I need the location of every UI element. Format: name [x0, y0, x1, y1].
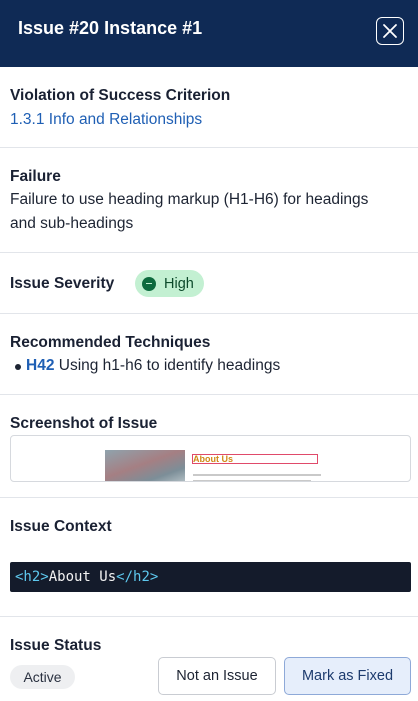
code-open-tag: <h2> [15, 569, 49, 585]
severity-badge: High [135, 270, 204, 297]
violation-section: Violation of Success Criterion 1.3.1 Inf… [0, 67, 418, 148]
list-bullet [15, 364, 21, 370]
technique-code-link[interactable]: H42 [26, 357, 54, 374]
issue-screenshot[interactable]: About Us [10, 435, 411, 482]
technique-text: Using h1-h6 to identify headings [58, 357, 281, 374]
failure-section: Failure Failure to use heading markup (H… [0, 148, 418, 253]
not-an-issue-button[interactable]: Not an Issue [158, 657, 276, 695]
violation-title: Violation of Success Criterion [10, 87, 231, 104]
severity-badge-label: High [164, 275, 194, 292]
criterion-link[interactable]: 1.3.1 Info and Relationships [10, 108, 202, 132]
minus-circle-icon [142, 276, 156, 291]
severity-title: Issue Severity [10, 275, 115, 292]
mark-as-fixed-button[interactable]: Mark as Fixed [284, 657, 411, 695]
failure-description-line2: and sub-headings [10, 215, 134, 232]
techniques-title: Recommended Techniques [10, 334, 211, 351]
code-close-tag: </h2> [116, 569, 159, 585]
severity-section: Issue Severity [0, 253, 418, 314]
screenshot-text-line [193, 480, 311, 481]
status-title: Issue Status [10, 637, 102, 654]
status-badge: Active [10, 665, 75, 689]
screenshot-heading-text: About Us [193, 454, 233, 464]
context-title: Issue Context [10, 518, 112, 535]
context-section: Issue Context [0, 498, 418, 617]
code-snippet: <h2>About Us</h2> [10, 562, 411, 592]
code-content: About Us [48, 569, 117, 585]
panel-title: Issue #20 Instance #1 [18, 18, 203, 38]
screenshot-text-line [193, 474, 321, 476]
panel-header: Issue #20 Instance #1 [0, 0, 418, 67]
screenshot-title: Screenshot of Issue [10, 415, 158, 432]
technique-item: H42 Using h1-h6 to identify headings [26, 354, 280, 378]
failure-title: Failure [10, 168, 61, 185]
close-button[interactable] [376, 17, 404, 45]
failure-description-line1: Failure to use heading markup (H1-H6) fo… [10, 191, 369, 208]
screenshot-photo [105, 450, 185, 481]
close-icon [383, 24, 397, 38]
